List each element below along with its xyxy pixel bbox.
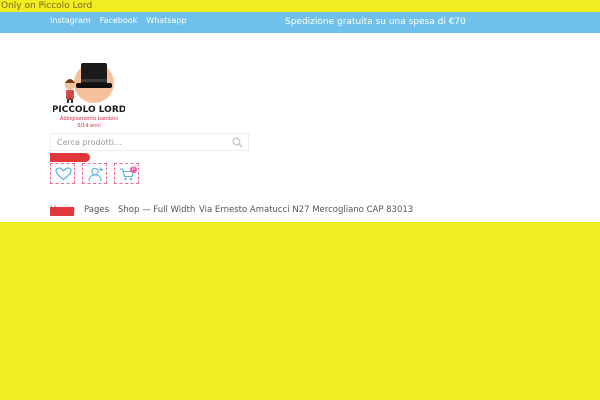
free-shipping-notice: Spedizione gratuita su una spesa di €70 (285, 17, 466, 27)
logo-name: PICCOLO LORD (53, 105, 125, 115)
facebook-link[interactable]: Facebook (100, 12, 138, 33)
nav-item-shop-full-width[interactable]: Shop — Full Width (118, 204, 195, 216)
cart-button[interactable]: 0 (114, 163, 139, 184)
whatsapp-link[interactable]: Whatsapp (146, 12, 186, 33)
site-logo[interactable]: PICCOLO LORD Abbigliamento bambini 0/14 … (52, 61, 126, 129)
user-add-icon (88, 167, 103, 182)
cart-count-badge: 0 (130, 166, 137, 173)
nav-item-pages[interactable]: Pages (84, 204, 109, 216)
heart-icon (55, 167, 72, 181)
promo-banner: Only on Piccolo Lord (1, 1, 93, 11)
instagram-link[interactable]: Instagram (50, 12, 91, 33)
search-input[interactable] (51, 134, 241, 150)
accent-bar (50, 153, 90, 162)
account-button[interactable] (82, 163, 107, 184)
site-header: PICCOLO LORD Abbigliamento bambini 0/14 … (0, 33, 600, 222)
logo-age: 0/14 anni (77, 123, 101, 129)
wishlist-button[interactable] (50, 163, 75, 184)
nav-item-home[interactable]: Home (50, 204, 75, 216)
search-icon[interactable] (232, 137, 243, 148)
social-links: Instagram Facebook Whatsapp (50, 12, 187, 33)
search-bar (50, 133, 249, 151)
nav-item-address[interactable]: Via Ernesto Amatucci N27 Mercogliano CAP… (199, 204, 413, 216)
logo-image: PICCOLO LORD Abbigliamento bambini 0/14 … (52, 63, 126, 129)
top-bar: Instagram Facebook Whatsapp Spedizione g… (0, 12, 600, 33)
logo-tagline: Abbigliamento bambini (60, 116, 118, 122)
